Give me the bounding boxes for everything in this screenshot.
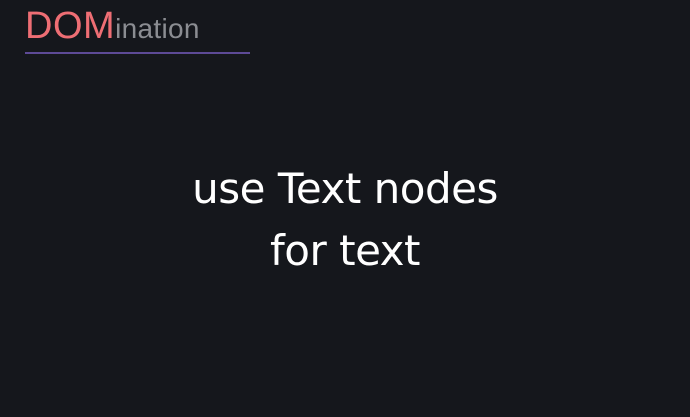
logo-dom-text: DOM: [25, 5, 116, 47]
slide-message: use Text nodes for text: [0, 158, 690, 282]
slide: DOM ination use Text nodes for text: [0, 0, 690, 417]
slide-line-1: use Text nodes: [192, 164, 498, 213]
logo-underline: [25, 52, 250, 54]
logo-ination-text: ination: [115, 13, 200, 44]
slide-line-2: for text: [270, 226, 421, 275]
domination-logo: DOM ination: [25, 4, 200, 52]
